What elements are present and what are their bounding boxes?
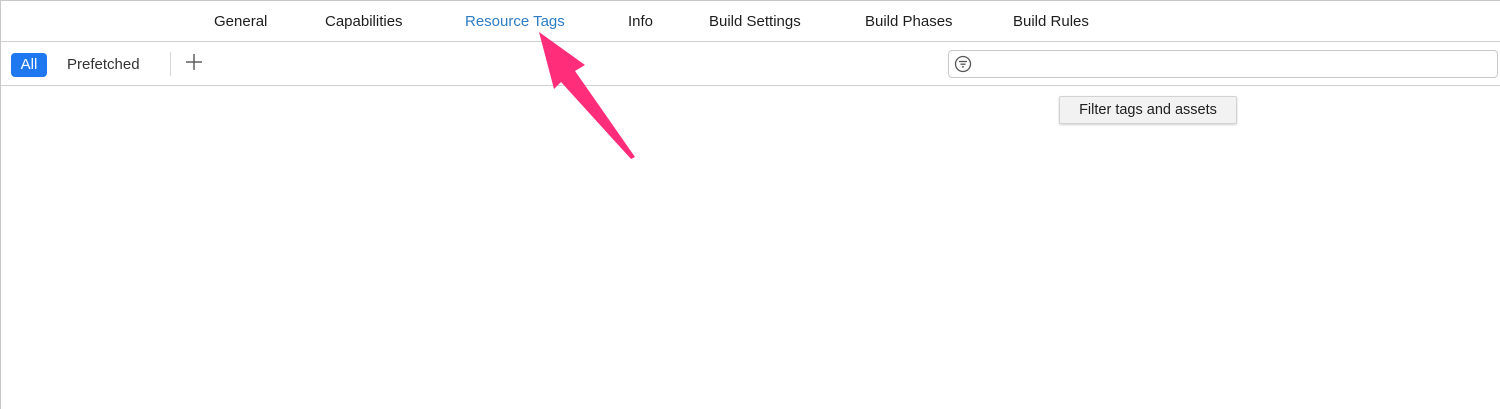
- resource-tags-toolbar: All Prefetched: [1, 42, 1500, 86]
- plus-icon[interactable]: [184, 51, 204, 73]
- filter-icon: [954, 55, 972, 73]
- arrow-icon: [539, 32, 635, 159]
- filter-all-button[interactable]: All: [11, 53, 47, 77]
- tab-build-phases[interactable]: Build Phases: [865, 13, 953, 31]
- filter-tooltip: Filter tags and assets: [1059, 96, 1237, 124]
- tab-capabilities[interactable]: Capabilities: [325, 13, 403, 31]
- tab-build-rules[interactable]: Build Rules: [1013, 13, 1089, 31]
- filter-prefetched-button[interactable]: Prefetched: [67, 55, 140, 75]
- tab-build-settings[interactable]: Build Settings: [709, 13, 801, 31]
- filter-search-input[interactable]: [948, 50, 1498, 78]
- tab-bar: General Capabilities Resource Tags Info …: [1, 1, 1500, 42]
- tab-general[interactable]: General: [214, 13, 267, 31]
- toolbar-divider: [170, 52, 171, 76]
